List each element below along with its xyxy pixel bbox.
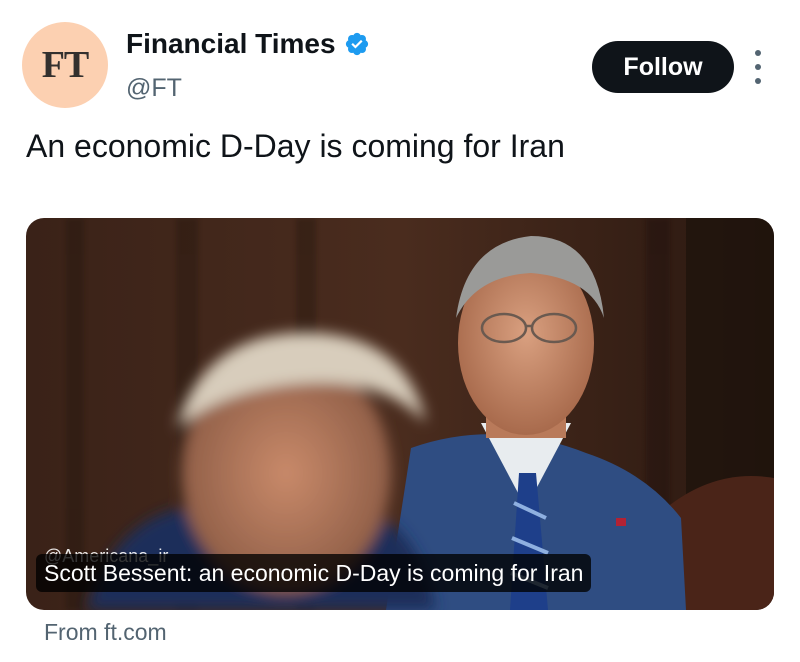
link-card[interactable]: @Americana_ir Scott Bessent: an economic… (26, 218, 774, 610)
avatar-logo-text: FT (41, 44, 90, 86)
tweet-text: An economic D-Day is coming for Iran (26, 128, 565, 164)
card-caption: Scott Bessent: an economic D-Day is comi… (36, 554, 592, 592)
more-dot (755, 50, 761, 56)
card-source-link[interactable]: From ft.com (44, 617, 167, 647)
more-vertical-icon[interactable] (748, 50, 768, 84)
more-dot (755, 78, 761, 84)
verified-badge-icon (345, 32, 368, 56)
avatar[interactable]: FT (22, 22, 108, 108)
account-handle[interactable]: @FT (126, 72, 182, 104)
account-name-row: Financial Times (126, 26, 370, 62)
follow-button[interactable]: Follow (592, 41, 734, 93)
more-dot (755, 64, 761, 70)
display-name[interactable]: Financial Times (126, 26, 336, 62)
